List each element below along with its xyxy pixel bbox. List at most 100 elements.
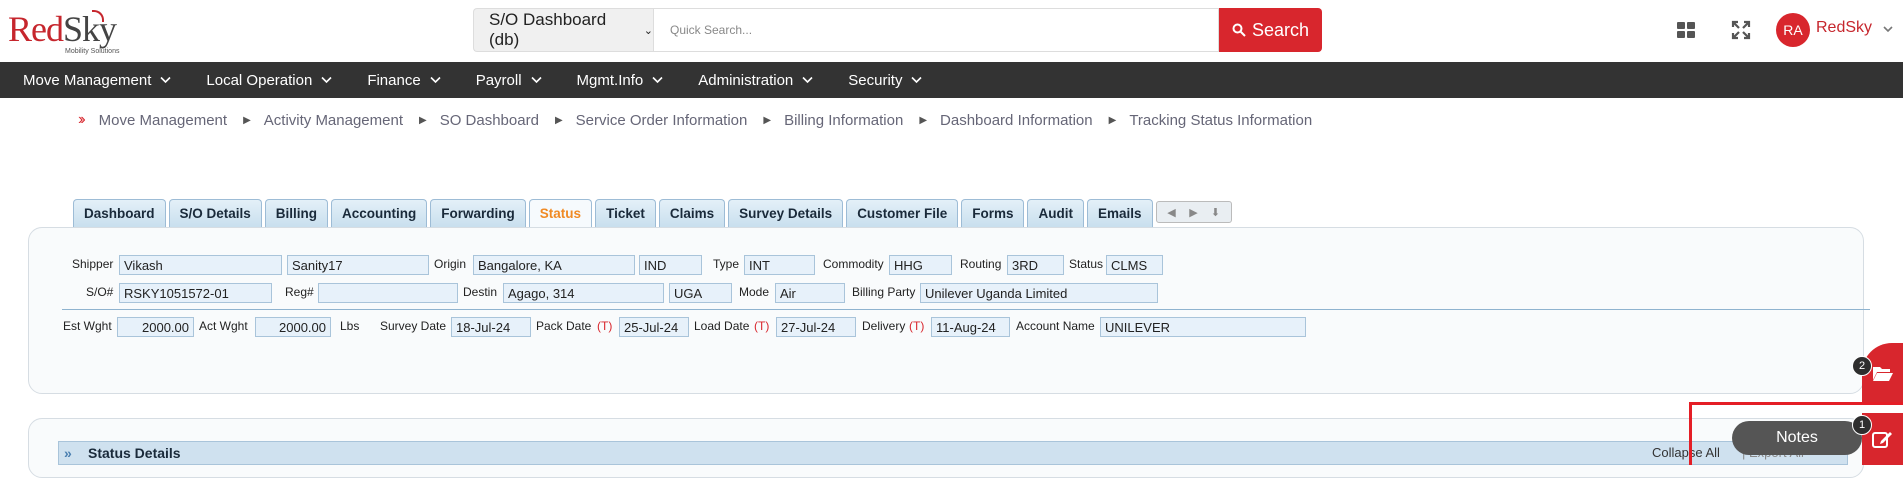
triangle-right-icon: ▶: [243, 114, 251, 126]
main-nav: Move Management Local Operation Finance …: [0, 62, 1903, 98]
triangle-right-icon: ▶: [1108, 114, 1117, 126]
tab-survey-details[interactable]: Survey Details: [728, 199, 844, 227]
user-name[interactable]: RedSky: [1816, 19, 1872, 37]
nav-administration[interactable]: Administration: [698, 72, 813, 89]
delivery-date-field[interactable]: 11-Aug-24: [931, 317, 1010, 337]
tab-dashboard[interactable]: Dashboard: [73, 199, 166, 227]
double-chevron-icon: »: [64, 445, 72, 461]
arrow-right-icon[interactable]: ▶: [1183, 206, 1205, 219]
nav-finance[interactable]: Finance: [367, 72, 441, 89]
chevron-down-icon: [652, 76, 663, 84]
act-wght-label: Act Wght: [199, 319, 248, 333]
destin-label: Destin: [463, 285, 498, 299]
chevron-down-icon[interactable]: [1883, 24, 1893, 34]
act-wght-field[interactable]: 2000.00: [255, 317, 331, 337]
status-label: Status: [1069, 257, 1104, 271]
reg-number-label: Reg#: [285, 285, 314, 299]
status-details-title: Status Details: [88, 445, 181, 461]
origin-city-field[interactable]: Bangalore, KA: [473, 255, 635, 275]
commodity-label: Commodity: [823, 257, 884, 271]
tab-billing[interactable]: Billing: [264, 199, 329, 227]
breadcrumb: ›› Move Management ▶ Activity Management ▶…: [78, 111, 1312, 129]
chevron-down-icon: [802, 76, 813, 84]
top-header: RedSky Mobility Solutions S/O Dashboard …: [0, 0, 1903, 62]
tab-bar: Dashboard S/O Details Billing Accounting…: [73, 199, 1232, 227]
search-icon: [1232, 23, 1246, 37]
shipper-label: Shipper: [72, 257, 114, 271]
chevron-down-icon: [911, 76, 923, 84]
commodity-field[interactable]: HHG: [889, 255, 952, 275]
account-name-field[interactable]: UNILEVER: [1100, 317, 1306, 337]
chevron-down-icon: [160, 76, 171, 84]
status-details-header[interactable]: [58, 441, 1848, 465]
documents-count-badge: 2: [1852, 356, 1872, 376]
billing-party-field[interactable]: Unilever Uganda Limited: [920, 283, 1158, 303]
arrow-left-icon[interactable]: ◀: [1161, 206, 1183, 219]
quick-search: S/O Dashboard (db) ⌄ Quick Search... Sear…: [473, 8, 1322, 52]
tab-forwarding[interactable]: Forwarding: [430, 199, 526, 227]
routing-field[interactable]: 3RD: [1007, 255, 1064, 275]
tab-status[interactable]: Status: [528, 199, 593, 227]
destin-city-field[interactable]: Agago, 314: [503, 283, 664, 303]
tab-customer-file[interactable]: Customer File: [846, 199, 959, 227]
est-wght-field[interactable]: 2000.00: [117, 317, 194, 337]
triangle-right-icon: ▶: [919, 114, 928, 126]
arrow-down-icon[interactable]: ⬇: [1205, 206, 1227, 219]
delivery-label: Delivery: [862, 319, 906, 333]
tentative-marker: (T): [909, 319, 925, 333]
tab-accounting[interactable]: Accounting: [331, 199, 428, 227]
survey-date-field[interactable]: 18-Jul-24: [451, 317, 531, 337]
pack-date-field[interactable]: 25-Jul-24: [619, 317, 689, 337]
origin-country-field[interactable]: IND: [639, 255, 702, 275]
search-scope-select[interactable]: S/O Dashboard (db) ⌄: [473, 8, 653, 52]
nav-payroll[interactable]: Payroll: [476, 72, 542, 89]
tentative-marker: (T): [597, 319, 613, 333]
status-field[interactable]: CLMS: [1106, 255, 1163, 275]
triangle-right-icon: ▶: [554, 114, 563, 126]
tab-claims[interactable]: Claims: [658, 199, 726, 227]
breadcrumb-link[interactable]: Dashboard Information: [940, 112, 1093, 129]
reg-number-field[interactable]: [318, 283, 458, 303]
redsky-logo[interactable]: RedSky Mobility Solutions: [8, 8, 128, 56]
tab-so-details[interactable]: S/O Details: [168, 199, 262, 227]
tab-ticket[interactable]: Ticket: [595, 199, 656, 227]
fullscreen-icon[interactable]: [1731, 20, 1751, 40]
tab-emails[interactable]: Emails: [1086, 199, 1153, 227]
mode-field[interactable]: Air: [775, 283, 845, 303]
tentative-marker: (T): [754, 319, 770, 333]
chevron-down-icon: [321, 76, 332, 84]
notes-highlight-box: [1689, 402, 1903, 465]
nav-local-operation[interactable]: Local Operation: [206, 72, 332, 89]
order-info-panel: Shipper Vikash Sanity17 Origin Bangalore…: [28, 227, 1870, 394]
breadcrumb-link[interactable]: Service Order Information: [576, 112, 748, 129]
breadcrumb-link[interactable]: Billing Information: [784, 112, 903, 129]
double-chevron-icon: ››: [78, 111, 85, 128]
search-input[interactable]: Quick Search...: [653, 8, 1219, 52]
type-field[interactable]: INT: [744, 255, 815, 275]
so-number-field[interactable]: RSKY1051572-01: [119, 283, 272, 303]
shipper-first-name-field[interactable]: Vikash: [119, 255, 282, 275]
breadcrumb-link[interactable]: SO Dashboard: [440, 112, 539, 129]
destin-country-field[interactable]: UGA: [669, 283, 732, 303]
nav-move-management[interactable]: Move Management: [23, 72, 171, 89]
breadcrumb-link[interactable]: Move Management: [99, 112, 227, 129]
nav-mgmt-info[interactable]: Mgmt.Info: [577, 72, 664, 89]
billing-party-label: Billing Party: [852, 285, 916, 299]
account-name-label: Account Name: [1016, 319, 1095, 333]
survey-date-label: Survey Date: [380, 319, 447, 333]
divider: [62, 309, 1870, 310]
triangle-right-icon: ▶: [763, 114, 772, 126]
est-wght-label: Est Wght: [63, 319, 112, 333]
weight-unit: Lbs: [340, 319, 360, 333]
search-button[interactable]: Search: [1219, 8, 1322, 52]
tab-forms[interactable]: Forms: [961, 199, 1025, 227]
breadcrumb-link[interactable]: Activity Management: [264, 112, 403, 129]
load-date-label: Load Date: [694, 319, 750, 333]
user-avatar[interactable]: RA: [1776, 13, 1810, 47]
tab-audit[interactable]: Audit: [1027, 199, 1084, 227]
load-date-field[interactable]: 27-Jul-24: [776, 317, 856, 337]
shipper-last-name-field[interactable]: Sanity17: [287, 255, 429, 275]
triangle-right-icon: ▶: [419, 114, 427, 126]
grid-icon[interactable]: [1676, 20, 1696, 40]
nav-security[interactable]: Security: [848, 72, 923, 89]
